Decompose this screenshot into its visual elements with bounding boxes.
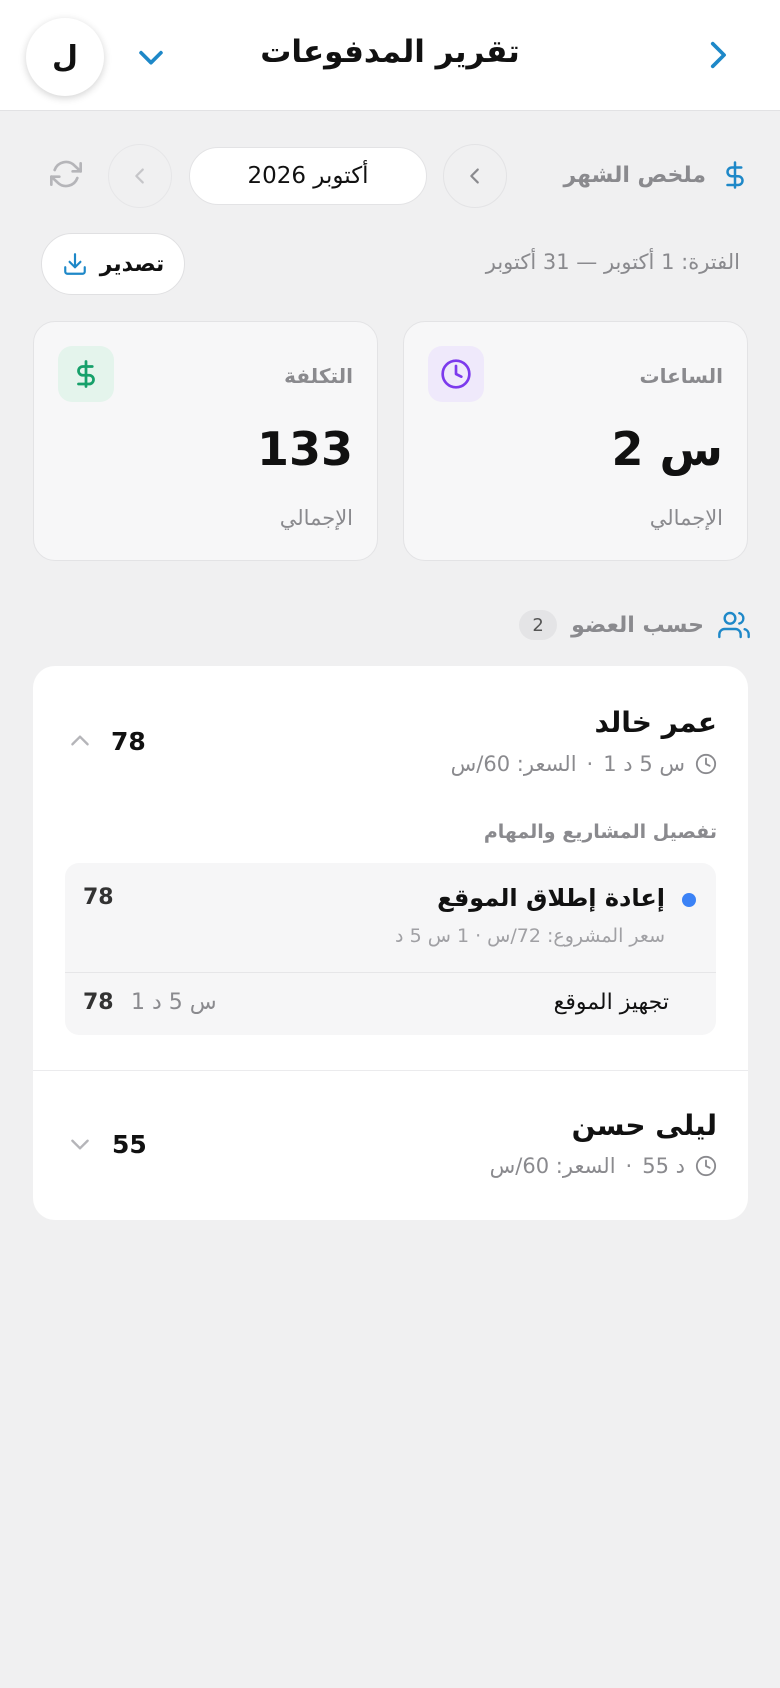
member-name: عمر خالد xyxy=(594,706,717,739)
member-name: ليلى حسن xyxy=(571,1109,717,1142)
hours-label: الساعات xyxy=(639,364,724,388)
task-row[interactable]: تجهيز الموقع 1 س 5 د 78 xyxy=(65,973,716,1035)
cost-label: التكلفة xyxy=(284,364,353,388)
clock-icon xyxy=(428,346,484,402)
breakdown-title: تفصيل المشاريع والمهام xyxy=(483,821,717,843)
dollar-icon xyxy=(58,346,114,402)
chevron-up-icon[interactable] xyxy=(67,728,93,754)
hours-sub: الإجمالي xyxy=(649,506,723,530)
back-chevron-right-icon[interactable] xyxy=(700,38,734,72)
project-meta: سعر المشروع: 72/س · 1 س 5 د xyxy=(395,925,665,947)
member-amount: 78 xyxy=(111,727,146,756)
meta-separator: · xyxy=(625,1154,633,1178)
clock-icon xyxy=(695,1155,717,1177)
summary-label-text: ملخص الشهر xyxy=(563,162,706,188)
chevron-down-icon[interactable] xyxy=(67,1131,93,1157)
member-meta: السعر: 60/س · 1 س 5 د xyxy=(451,752,717,776)
next-month-button[interactable] xyxy=(108,144,172,208)
task-duration: 1 س 5 د xyxy=(131,990,217,1015)
members-list: عمر خالد السعر: 60/س · 1 س 5 د 78 تفصيل … xyxy=(33,666,748,1220)
member-duration: 55 د xyxy=(642,1154,685,1178)
cost-sub: الإجمالي xyxy=(279,506,353,530)
period-range: الفترة: 1 أكتوبر — 31 أكتوبر xyxy=(485,250,740,274)
member-meta: السعر: 60/س · 55 د xyxy=(490,1154,717,1178)
prev-month-button[interactable] xyxy=(443,144,507,208)
app-header: ل تقرير المدفوعات xyxy=(0,0,780,111)
member-row-layla[interactable]: ليلى حسن السعر: 60/س · 55 د 55 xyxy=(33,1071,748,1220)
members-count-badge: 2 xyxy=(519,610,558,640)
member-rate: السعر: 60/س xyxy=(450,752,577,776)
chevron-left-icon xyxy=(464,165,486,187)
cost-stat-card: التكلفة 133 الإجمالي xyxy=(33,321,378,561)
member-duration: 1 س 5 د xyxy=(603,752,685,776)
download-icon xyxy=(62,251,88,277)
project-row[interactable]: إعادة إطلاق الموقع سعر المشروع: 72/س · 1… xyxy=(65,863,716,972)
meta-separator: · xyxy=(586,752,594,776)
export-button[interactable]: تصدير xyxy=(41,233,185,295)
cost-value: 133 xyxy=(256,422,353,476)
hours-value: 2 س xyxy=(611,422,723,476)
page-title: تقرير المدفوعات xyxy=(260,34,520,70)
member-rate: السعر: 60/س xyxy=(489,1154,616,1178)
refresh-icon[interactable] xyxy=(50,158,82,190)
members-section-header: 2 حسب العضو xyxy=(519,609,750,641)
month-selector[interactable]: أكتوبر 2026 xyxy=(189,147,427,205)
project-breakdown: إعادة إطلاق الموقع سعر المشروع: 72/س · 1… xyxy=(65,863,716,1035)
member-amount: 55 xyxy=(112,1130,147,1159)
members-section-title: حسب العضو xyxy=(571,612,704,638)
users-icon xyxy=(718,609,750,641)
hours-stat-card: الساعات 2 س الإجمالي xyxy=(403,321,748,561)
task-amount: 78 xyxy=(83,990,114,1015)
month-summary-label: ملخص الشهر xyxy=(563,160,750,190)
task-name: تجهيز الموقع xyxy=(553,990,669,1015)
project-color-dot xyxy=(682,893,696,907)
project-amount: 78 xyxy=(83,885,114,910)
project-name: إعادة إطلاق الموقع xyxy=(437,884,665,912)
member-row-omar[interactable]: عمر خالد السعر: 60/س · 1 س 5 د 78 تفصيل … xyxy=(33,666,748,1070)
current-month-label: أكتوبر 2026 xyxy=(247,163,369,189)
chevron-left-icon xyxy=(129,165,151,187)
clock-icon xyxy=(695,753,717,775)
dollar-icon xyxy=(720,160,750,190)
export-label: تصدير xyxy=(99,251,165,277)
